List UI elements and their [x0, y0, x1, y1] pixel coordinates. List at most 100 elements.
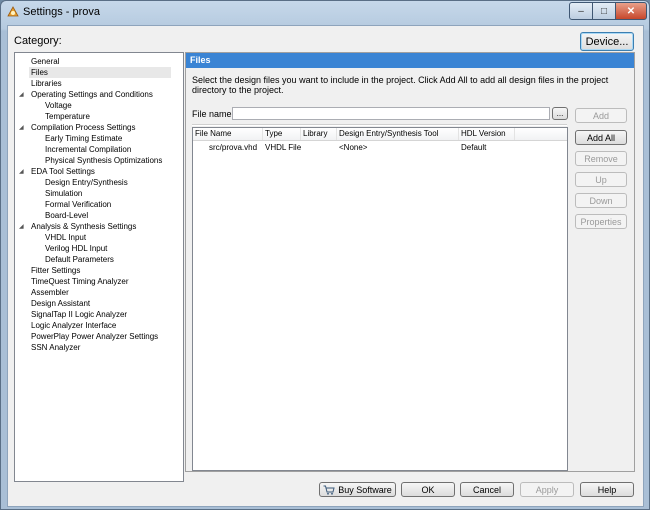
category-tree[interactable]: General Files Libraries ◢ Operating Settings…	[14, 52, 184, 482]
files-table[interactable]: File Name Type Library Design Entry/Synt…	[192, 127, 568, 471]
tree-item-powerplay-power-analyzer-settings[interactable]: PowerPlay Power Analyzer Settings	[31, 331, 158, 342]
maximize-button[interactable]: □	[592, 2, 616, 20]
tree-item-libraries[interactable]: Libraries	[31, 78, 62, 89]
tree-expand-icon[interactable]: ◢	[19, 123, 24, 134]
buy-software-label: Buy Software	[338, 484, 392, 495]
tree-item-label: Formal Verification	[45, 200, 112, 209]
tree-item-fitter-settings[interactable]: Fitter Settings	[31, 265, 80, 276]
tree-expand-icon[interactable]: ◢	[19, 167, 24, 178]
table-cell-library[interactable]	[301, 142, 303, 153]
tree-item-label: Assembler	[31, 288, 69, 297]
tree-item-label: Fitter Settings	[31, 266, 81, 275]
table-cell-type[interactable]: VHDL File	[263, 142, 301, 153]
table-cell-file-name[interactable]: src/prova.vhd	[207, 142, 257, 153]
tree-item-label: Files	[31, 68, 48, 77]
tree-item-label: Compilation Process Settings	[31, 123, 136, 132]
tree-item-early-timing-estimate[interactable]: Early Timing Estimate	[45, 133, 122, 144]
table-header: File Name Type Library Design Entry/Synt…	[193, 128, 567, 141]
tree-item-ssn-analyzer[interactable]: SSN Analyzer	[31, 342, 80, 353]
tree-expand-icon[interactable]: ◢	[19, 222, 24, 233]
tree-item-formal-verification[interactable]: Formal Verification	[45, 199, 111, 210]
tree-item-label: Voltage	[45, 101, 72, 110]
tree-item-temperature[interactable]: Temperature	[45, 111, 90, 122]
tree-item-label: Incremental Compilation	[45, 145, 132, 154]
up-button[interactable]: Up	[575, 172, 627, 187]
help-button[interactable]: Help	[580, 482, 634, 497]
buy-software-button[interactable]: Buy Software	[319, 482, 396, 497]
tree-item-label: EDA Tool Settings	[31, 167, 95, 176]
tree-item-compilation-process-settings[interactable]: ◢ Compilation Process Settings	[19, 122, 136, 133]
tree-item-vhdl-input[interactable]: VHDL Input	[45, 232, 86, 243]
tree-item-physical-synthesis-optimizations[interactable]: Physical Synthesis Optimizations	[45, 155, 162, 166]
tree-item-signaltap-ii-logic-analyzer[interactable]: SignalTap II Logic Analyzer	[31, 309, 127, 320]
properties-button[interactable]: Properties	[575, 214, 627, 229]
tree-item-simulation[interactable]: Simulation	[45, 188, 82, 199]
tree-item-label: Simulation	[45, 189, 83, 198]
tree-item-assembler[interactable]: Assembler	[31, 287, 69, 298]
cancel-button[interactable]: Cancel	[460, 482, 514, 497]
tree-item-verilog-hdl-input[interactable]: Verilog HDL Input	[45, 243, 107, 254]
tree-item-label: Board-Level	[45, 211, 89, 220]
tree-item-timequest-timing-analyzer[interactable]: TimeQuest Timing Analyzer	[31, 276, 129, 287]
tree-expand-icon[interactable]: ◢	[19, 90, 24, 101]
tree-item-design-assistant[interactable]: Design Assistant	[31, 298, 90, 309]
file-name-input[interactable]	[232, 107, 550, 120]
tree-item-label: SignalTap II Logic Analyzer	[31, 310, 128, 319]
tree-item-design-entry-synthesis[interactable]: Design Entry/Synthesis	[45, 177, 128, 188]
tree-item-label: Physical Synthesis Optimizations	[45, 156, 163, 165]
column-header-library[interactable]: Library	[301, 128, 337, 140]
tree-item-files[interactable]: Files	[29, 67, 171, 78]
file-name-label: File name:	[192, 109, 235, 119]
tree-item-label: Logic Analyzer Interface	[31, 321, 117, 330]
tree-item-label: Verilog HDL Input	[45, 244, 108, 253]
tree-item-logic-analyzer-interface[interactable]: Logic Analyzer Interface	[31, 320, 116, 331]
tree-item-label: Temperature	[45, 112, 90, 121]
tree-item-label: Design Assistant	[31, 299, 91, 308]
tree-item-label: Operating Settings and Conditions	[31, 90, 153, 99]
quartus-app-icon	[7, 6, 19, 17]
device-button[interactable]: Device...	[580, 32, 634, 51]
browse-button[interactable]: ...	[552, 107, 568, 120]
remove-button[interactable]: Remove	[575, 151, 627, 166]
close-button[interactable]: ✕	[615, 2, 647, 20]
apply-button[interactable]: Apply	[520, 482, 574, 497]
title-bar[interactable]: Settings - prova – □ ✕	[1, 1, 649, 23]
files-panel: Files Select the design files you want t…	[185, 52, 635, 472]
shopping-cart-icon	[323, 485, 335, 495]
tree-item-label: TimeQuest Timing Analyzer	[31, 277, 129, 286]
tree-item-label: Design Entry/Synthesis	[45, 178, 128, 187]
tree-item-voltage[interactable]: Voltage	[45, 100, 72, 111]
tree-item-label: PowerPlay Power Analyzer Settings	[31, 332, 159, 341]
table-cell-design-entry-tool[interactable]: <None>	[337, 142, 367, 153]
tree-item-label: General	[31, 57, 60, 66]
table-cell-hdl-version[interactable]: Default	[459, 142, 486, 153]
minimize-button[interactable]: –	[569, 2, 593, 20]
column-header-file-name[interactable]: File Name	[193, 128, 263, 140]
add-all-button[interactable]: Add All	[575, 130, 627, 145]
tree-item-label: Early Timing Estimate	[45, 134, 123, 143]
separator	[192, 124, 567, 126]
tree-item-label: Libraries	[31, 79, 62, 88]
column-header-type[interactable]: Type	[263, 128, 301, 140]
column-header-hdl-version[interactable]: HDL Version	[459, 128, 515, 140]
tree-item-analysis-synthesis-settings[interactable]: ◢ Analysis & Synthesis Settings	[19, 221, 137, 232]
tree-item-board-level[interactable]: Board-Level	[45, 210, 88, 221]
dialog-client-area: Category: Device... General Files Librarie…	[7, 25, 644, 507]
tree-item-general[interactable]: General	[31, 56, 59, 67]
column-header-design-entry-tool[interactable]: Design Entry/Synthesis Tool	[337, 128, 459, 140]
panel-header: Files	[186, 53, 634, 68]
tree-item-operating-settings-and-conditions[interactable]: ◢ Operating Settings and Conditions	[19, 89, 153, 100]
tree-item-label: SSN Analyzer	[31, 343, 81, 352]
add-button[interactable]: Add	[575, 108, 627, 123]
panel-description: Select the design files you want to incl…	[192, 75, 609, 95]
ok-button[interactable]: OK	[401, 482, 455, 497]
settings-window: Settings - prova – □ ✕ Category: Device.…	[0, 0, 650, 510]
tree-item-default-parameters[interactable]: Default Parameters	[45, 254, 114, 265]
tree-item-label: Analysis & Synthesis Settings	[31, 222, 137, 231]
window-title: Settings - prova	[23, 6, 101, 18]
tree-item-label: VHDL Input	[45, 233, 87, 242]
tree-item-eda-tool-settings[interactable]: ◢ EDA Tool Settings	[19, 166, 95, 177]
tree-item-incremental-compilation[interactable]: Incremental Compilation	[45, 144, 131, 155]
category-label: Category:	[14, 35, 62, 47]
down-button[interactable]: Down	[575, 193, 627, 208]
